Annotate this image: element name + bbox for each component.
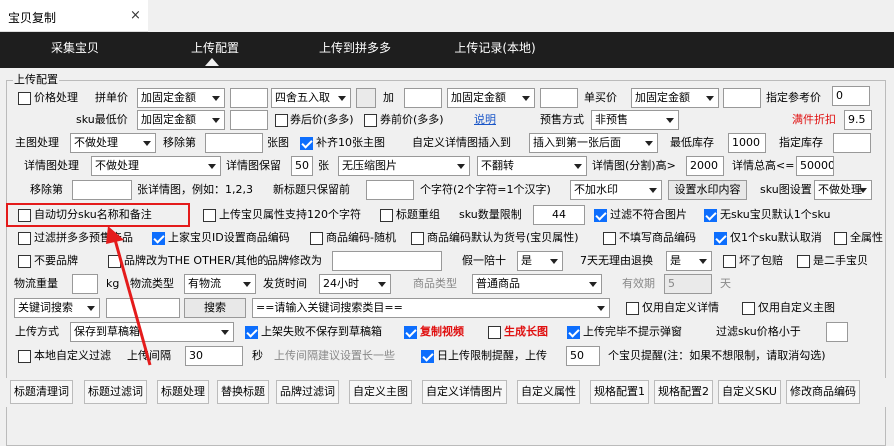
tab-title-filter[interactable]: 标题过滤词 [84, 380, 147, 404]
bottom-tab-bar: 标题清理词 标题过滤词 标题处理 替换标题 品牌过滤词 自定义主图 自定义详情图… [0, 378, 894, 407]
tab-custom-sku[interactable]: 自定义SKU [718, 380, 781, 404]
arrow-head [106, 226, 124, 244]
tab-spec1[interactable]: 规格配置1 [590, 380, 649, 404]
tab-replace-title[interactable]: 替换标题 [217, 380, 269, 404]
tab-title-process[interactable]: 标题处理 [157, 380, 209, 404]
arrow-shaft [112, 235, 152, 366]
tab-custom-attr[interactable]: 自定义属性 [517, 380, 580, 404]
tab-custom-main[interactable]: 自定义主图 [349, 380, 412, 404]
tab-brand-filter[interactable]: 品牌过滤词 [276, 380, 339, 404]
tab-modify-code[interactable]: 修改商品编码 [786, 380, 860, 404]
tab-custom-detail[interactable]: 自定义详情图片 [422, 380, 507, 404]
annotation-arrow [106, 226, 152, 366]
tab-title-clean[interactable]: 标题清理词 [10, 380, 73, 404]
tab-spec2[interactable]: 规格配置2 [654, 380, 713, 404]
